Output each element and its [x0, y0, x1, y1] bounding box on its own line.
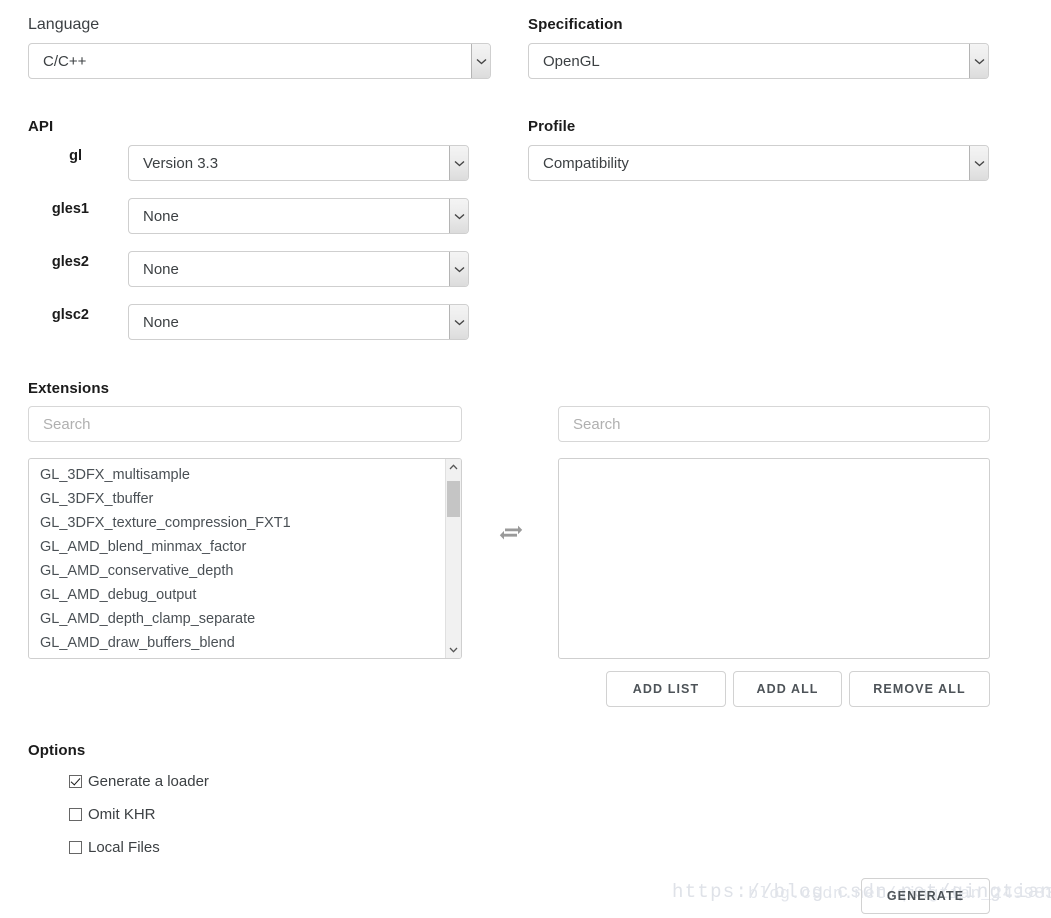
language-label: Language [28, 16, 100, 33]
search-placeholder: Search [43, 415, 91, 433]
extensions-available-search-input[interactable]: Search [28, 406, 462, 442]
extension-list-item[interactable]: GL_AMD_conservative_depth [40, 559, 445, 583]
api-select-glsc2[interactable]: None [128, 304, 469, 340]
swap-horizontal-icon[interactable] [498, 520, 524, 546]
chevron-down-icon[interactable] [969, 44, 988, 78]
chevron-down-icon[interactable] [449, 252, 468, 286]
add-list-button[interactable]: ADD LIST [606, 671, 726, 707]
extensions-label: Extensions [28, 380, 110, 397]
api-label: API [28, 118, 54, 135]
option-label: Generate a loader [88, 772, 209, 790]
profile-select[interactable]: Compatibility [528, 145, 989, 181]
glad-generator-page: Language C/C++ Specification OpenGL API … [0, 0, 1051, 918]
extension-list-item[interactable]: GL_AMD_depth_clamp_separate [40, 607, 445, 631]
extensions-available-list[interactable]: GL_3DFX_multisample GL_3DFX_tbuffer GL_3DF… [28, 458, 462, 659]
profile-select-value: Compatibility [543, 154, 629, 172]
language-select-value: C/C++ [43, 52, 87, 70]
scrollbar-thumb[interactable] [447, 481, 460, 517]
api-row-label-gles2: gles2 [51, 254, 89, 270]
extension-list-item[interactable]: GL_AMD_debug_output [40, 583, 445, 607]
specification-select[interactable]: OpenGL [528, 43, 989, 79]
extension-list-item[interactable]: GL_3DFX_tbuffer [40, 487, 445, 511]
chevron-down-icon[interactable] [449, 305, 468, 339]
checkbox-icon[interactable] [69, 807, 82, 821]
option-label: Local Files [88, 838, 160, 856]
generate-button[interactable]: GENERATE [861, 878, 990, 914]
language-select[interactable]: C/C++ [28, 43, 491, 79]
api-select-gles2[interactable]: None [128, 251, 469, 287]
option-local-files[interactable]: Local Files [69, 836, 160, 858]
scroll-down-icon[interactable] [446, 642, 461, 658]
option-generate-a-loader[interactable]: Generate a loader [69, 770, 209, 792]
option-label: Omit KHR [88, 805, 156, 823]
specification-select-value: OpenGL [543, 52, 600, 70]
scroll-up-icon[interactable] [446, 459, 461, 475]
extension-list-item[interactable]: GL_AMD_blend_minmax_factor [40, 535, 445, 559]
api-select-glsc2-value: None [143, 313, 179, 331]
extensions-selected-list[interactable] [558, 458, 990, 659]
chevron-down-icon[interactable] [449, 199, 468, 233]
api-row-label-gles1: gles1 [51, 201, 89, 217]
remove-all-button[interactable]: REMOVE ALL [849, 671, 990, 707]
chevron-down-icon[interactable] [449, 146, 468, 180]
api-select-gl-value: Version 3.3 [143, 154, 219, 172]
extension-list-item[interactable]: GL_AMD_draw_buffers_blend [40, 631, 445, 655]
api-row-label-glsc2: glsc2 [51, 307, 89, 323]
chevron-down-icon[interactable] [471, 44, 490, 78]
api-select-gl[interactable]: Version 3.3 [128, 145, 469, 181]
api-select-gles1[interactable]: None [128, 198, 469, 234]
api-select-gles1-value: None [143, 207, 179, 225]
specification-label: Specification [528, 16, 623, 33]
options-label: Options [28, 742, 86, 759]
extensions-selected-search-input[interactable]: Search [558, 406, 990, 442]
add-all-button[interactable]: ADD ALL [733, 671, 842, 707]
option-omit-khr[interactable]: Omit KHR [69, 803, 156, 825]
search-placeholder: Search [573, 415, 621, 433]
api-row-label-gl: gl [69, 148, 82, 164]
chevron-down-icon[interactable] [969, 146, 988, 180]
profile-label: Profile [528, 118, 576, 135]
extension-list-item[interactable]: GL_3DFX_multisample [40, 463, 445, 487]
extensions-available-scrollbar[interactable] [445, 459, 461, 658]
extension-list-item[interactable]: GL_3DFX_texture_compression_FXT1 [40, 511, 445, 535]
checkbox-icon[interactable] [69, 840, 82, 854]
checkbox-icon[interactable] [69, 774, 82, 788]
api-select-gles2-value: None [143, 260, 179, 278]
extension-list-item[interactable]: GL_AMD_framebuffer_sample_positions [40, 655, 445, 658]
